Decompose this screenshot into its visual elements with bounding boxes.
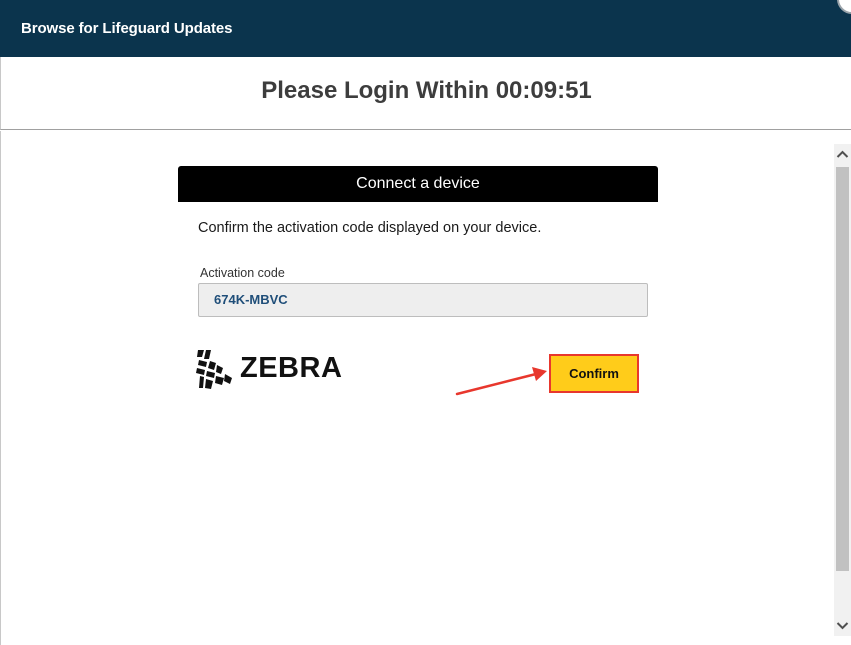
login-countdown-heading: Please Login Within 00:09:51 <box>261 77 592 104</box>
confirm-button-label: Confirm <box>569 366 619 381</box>
chevron-down-icon <box>836 622 849 630</box>
activation-code-label: Activation code <box>200 266 285 280</box>
scroll-down-button[interactable] <box>834 616 851 636</box>
vertical-scrollbar[interactable] <box>834 144 851 636</box>
zebra-logo: ZEBRA <box>194 348 343 392</box>
activation-code-field: 674K-MBVC <box>198 283 648 317</box>
activation-code-value: 674K-MBVC <box>214 292 288 307</box>
scrollbar-thumb[interactable] <box>836 167 849 571</box>
chevron-up-icon <box>836 150 849 158</box>
zebra-head-icon <box>196 350 232 389</box>
zebra-wordmark: ZEBRA <box>240 352 343 384</box>
confirm-button[interactable]: Confirm <box>549 354 639 393</box>
countdown-header: Please Login Within 00:09:51 <box>0 57 851 130</box>
close-icon <box>842 2 851 12</box>
scroll-up-button[interactable] <box>834 144 851 164</box>
annotation-arrow-icon <box>455 367 547 396</box>
window-title: Browse for Lifeguard Updates <box>21 20 233 37</box>
connect-device-title: Connect a device <box>356 175 480 192</box>
connect-device-header: Connect a device <box>178 166 658 202</box>
title-bar: Browse for Lifeguard Updates <box>0 0 851 57</box>
instruction-text: Confirm the activation code displayed on… <box>198 220 542 236</box>
content-pane <box>0 131 834 645</box>
